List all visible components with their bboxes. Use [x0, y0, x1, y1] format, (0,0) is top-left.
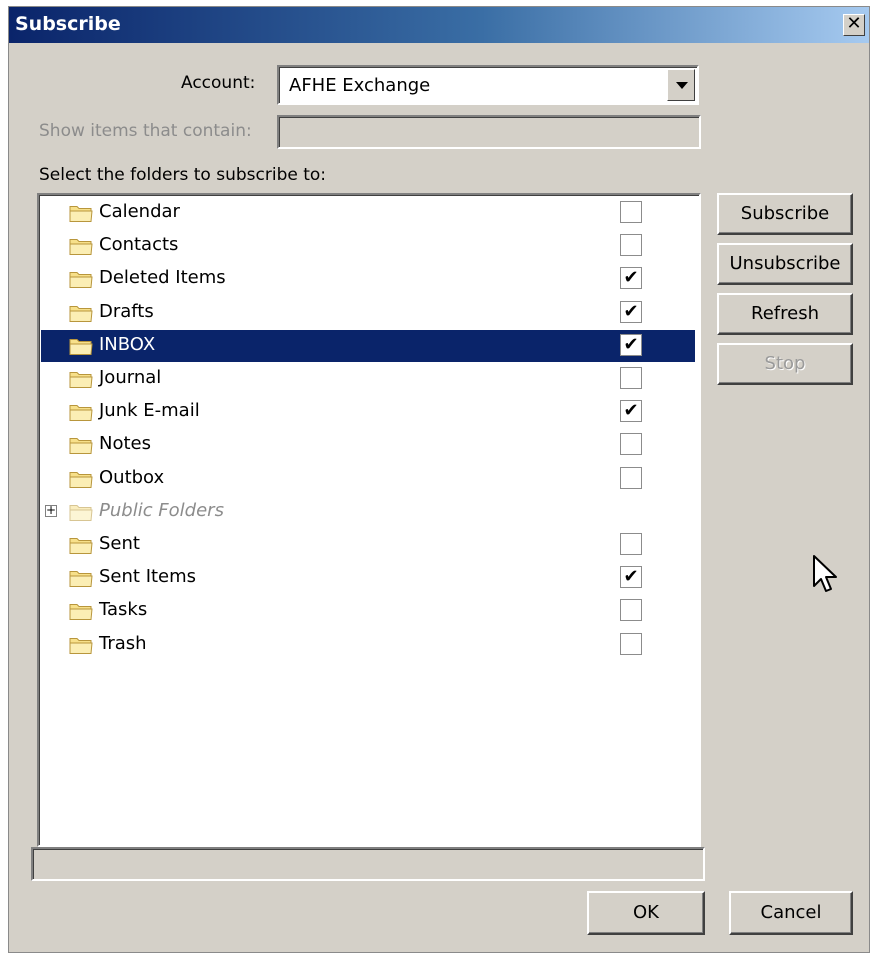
- filter-label: Show items that contain:: [39, 121, 252, 141]
- folder-icon: [69, 372, 93, 388]
- folder-name: Journal: [99, 367, 162, 388]
- folders-label: Select the folders to subscribe to:: [39, 165, 327, 185]
- folder-row[interactable]: Notes: [41, 429, 695, 461]
- folder-name: Tasks: [99, 599, 148, 621]
- subscribe-checkbox[interactable]: [620, 533, 642, 555]
- folder-icon: [69, 637, 93, 654]
- folder-row[interactable]: Journal: [41, 363, 695, 395]
- folder-icon: [69, 471, 93, 488]
- subscribe-checkbox[interactable]: ✔: [620, 300, 642, 323]
- folder-icon: [69, 504, 93, 521]
- subscribe-checkbox[interactable]: ✔: [620, 400, 642, 423]
- refresh-button[interactable]: Refresh: [717, 293, 853, 335]
- folder-row[interactable]: Outbox: [41, 463, 695, 495]
- folder-name: Contacts: [99, 234, 179, 256]
- mouse-pointer-icon: [813, 555, 837, 592]
- subscribe-button[interactable]: Subscribe: [717, 193, 853, 235]
- account-label: Account:: [181, 73, 256, 93]
- folder-icon: [69, 604, 93, 621]
- subscribe-checkbox[interactable]: ✔: [620, 267, 642, 290]
- cancel-button[interactable]: Cancel: [729, 891, 853, 935]
- folder-name: Sent Items: [99, 566, 197, 588]
- folder-name: Trash: [99, 632, 147, 654]
- subscribe-checkbox[interactable]: [620, 466, 642, 489]
- folder-name: Sent: [99, 533, 140, 554]
- window-title: Subscribe: [15, 13, 121, 35]
- folder-row[interactable]: Sent Items ✔: [41, 562, 695, 594]
- subscribe-dialog: Subscribe ✕ Account: AFHE Exchange Show …: [8, 6, 870, 953]
- chevron-down-icon[interactable]: [667, 69, 695, 101]
- folder-icon: [69, 338, 93, 355]
- folder-icon: [69, 571, 93, 588]
- folder-row[interactable]: Junk E-mail ✔: [41, 396, 695, 428]
- folder-icon: [69, 305, 93, 322]
- folder-name: Drafts: [99, 300, 154, 322]
- account-dropdown[interactable]: AFHE Exchange: [277, 65, 699, 105]
- folder-icon: [69, 438, 93, 455]
- subscribe-checkbox[interactable]: [620, 599, 642, 622]
- close-button[interactable]: ✕: [843, 14, 865, 36]
- folder-icon: [69, 239, 93, 256]
- filter-input: [277, 115, 701, 149]
- folder-name: Notes: [99, 433, 151, 455]
- folder-icon: [69, 405, 93, 422]
- folder-row[interactable]: + Public Folders: [41, 496, 695, 528]
- folder-row[interactable]: Drafts ✔: [41, 297, 695, 329]
- subscribe-checkbox[interactable]: ✔: [620, 566, 642, 589]
- folder-name: Deleted Items: [99, 267, 226, 289]
- folder-icon: [69, 272, 93, 289]
- subscribe-checkbox[interactable]: [620, 367, 642, 389]
- folder-row[interactable]: Calendar: [41, 197, 695, 229]
- stop-button: Stop: [717, 343, 853, 385]
- account-value: AFHE Exchange: [289, 75, 431, 96]
- folder-name: Public Folders: [99, 499, 224, 521]
- ok-button[interactable]: OK: [587, 891, 705, 935]
- subscribe-checkbox[interactable]: [620, 201, 642, 223]
- title-bar[interactable]: Subscribe ✕: [9, 7, 869, 43]
- folder-row[interactable]: INBOX ✔: [41, 329, 695, 362]
- folder-row[interactable]: Sent: [41, 529, 695, 561]
- folder-name: Calendar: [99, 201, 180, 222]
- subscribe-checkbox[interactable]: ✔: [620, 333, 642, 356]
- folder-row[interactable]: Contacts: [41, 230, 695, 262]
- unsubscribe-button[interactable]: Unsubscribe: [717, 243, 853, 285]
- folder-row[interactable]: Tasks: [41, 595, 695, 627]
- status-bar: [31, 847, 705, 881]
- folder-name: Outbox: [99, 466, 165, 488]
- folder-list[interactable]: Calendar Contacts Deleted Items ✔ Drafts ✔ INB…: [37, 193, 701, 847]
- subscribe-checkbox[interactable]: [620, 433, 642, 456]
- folder-icon: [69, 538, 93, 554]
- folder-row[interactable]: Trash: [41, 629, 695, 661]
- folder-name: Junk E-mail: [99, 400, 200, 422]
- folder-name: INBOX: [99, 333, 156, 355]
- expand-icon[interactable]: +: [45, 504, 57, 517]
- subscribe-checkbox[interactable]: [620, 632, 642, 655]
- folder-row[interactable]: Deleted Items ✔: [41, 263, 695, 295]
- subscribe-checkbox[interactable]: [620, 234, 642, 257]
- folder-icon: [69, 206, 93, 222]
- close-icon: ✕: [846, 13, 862, 34]
